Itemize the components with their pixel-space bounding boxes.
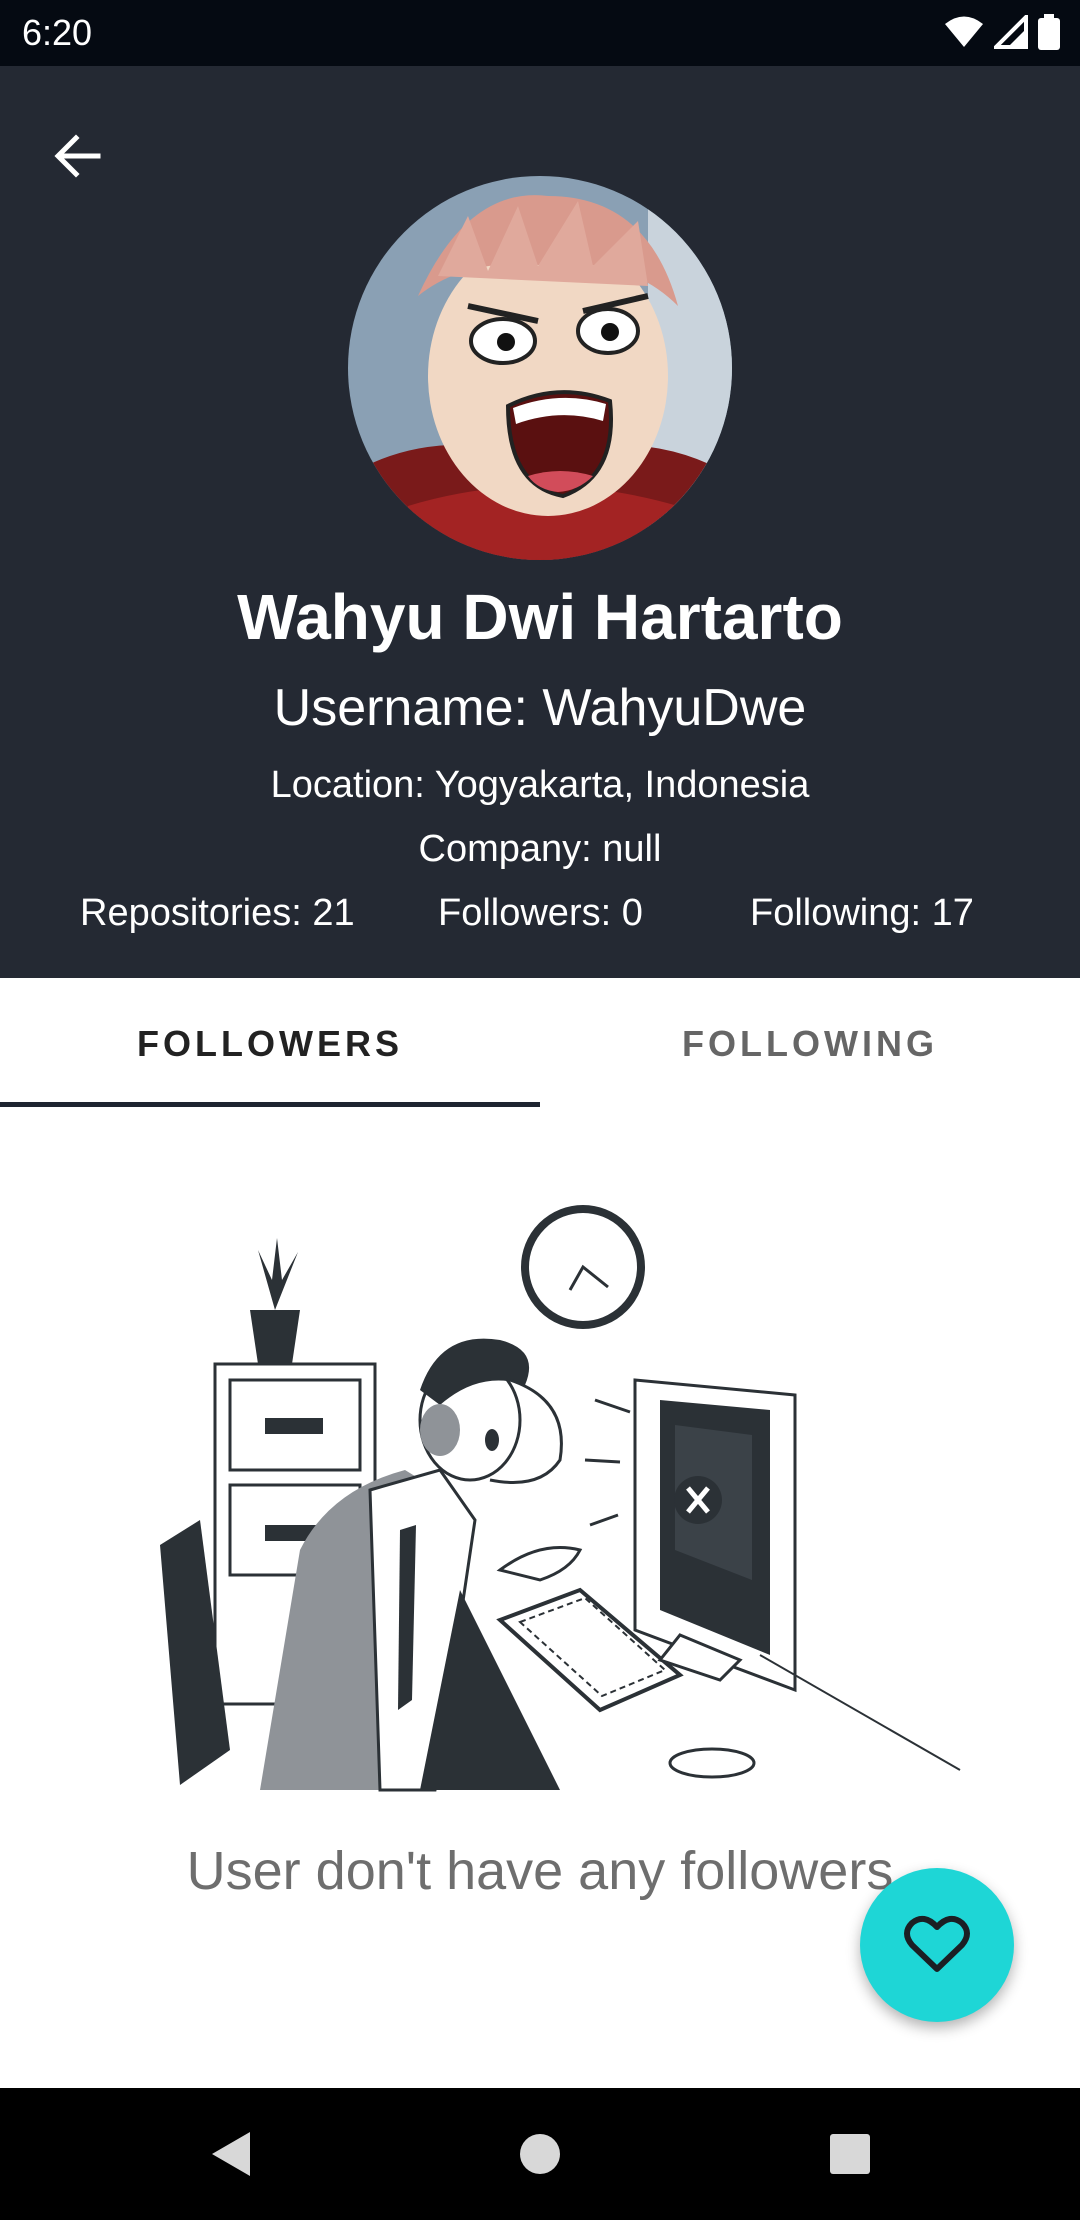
profile-header: Wahyu Dwi Hartarto Username: WahyuDwe Lo… xyxy=(0,66,1080,978)
status-bar: 6:20 xyxy=(0,0,1080,66)
tab-followers[interactable]: FOLLOWERS xyxy=(0,978,540,1110)
heart-outline-icon xyxy=(904,1915,970,1972)
status-icons xyxy=(944,14,1060,50)
recents-square-icon xyxy=(830,2134,870,2174)
wifi-icon xyxy=(945,16,983,47)
back-button[interactable] xyxy=(40,118,116,194)
back-triangle-icon xyxy=(212,2132,250,2176)
status-time: 6:20 xyxy=(22,12,93,53)
nav-recents-button[interactable] xyxy=(808,2112,892,2196)
tab-bar: FOLLOWERS FOLLOWING xyxy=(0,978,1080,1110)
followers-count: Followers: 0 xyxy=(438,892,643,934)
repositories-count: Repositories: 21 xyxy=(80,892,355,934)
profile-location: Location: Yogyakarta, Indonesia xyxy=(270,764,810,806)
tab-following[interactable]: FOLLOWING xyxy=(540,978,1080,1110)
profile-username: Username: WahyuDwe xyxy=(273,679,807,737)
profile-company: Company: null xyxy=(418,828,662,870)
following-count: Following: 17 xyxy=(750,892,974,934)
nav-back-button[interactable] xyxy=(188,2112,272,2196)
tab-indicator xyxy=(0,1102,540,1107)
system-nav-bar xyxy=(0,2088,1080,2220)
nav-home-button[interactable] xyxy=(498,2112,582,2196)
profile-name: Wahyu Dwi Hartarto xyxy=(237,581,843,653)
favorite-fab[interactable] xyxy=(860,1868,1014,2022)
signal-icon xyxy=(994,15,1028,49)
arrow-left-icon xyxy=(54,134,101,178)
avatar xyxy=(348,176,732,560)
home-circle-icon xyxy=(520,2134,560,2174)
battery-icon xyxy=(1038,14,1060,50)
empty-state-illustration xyxy=(140,1190,970,1810)
